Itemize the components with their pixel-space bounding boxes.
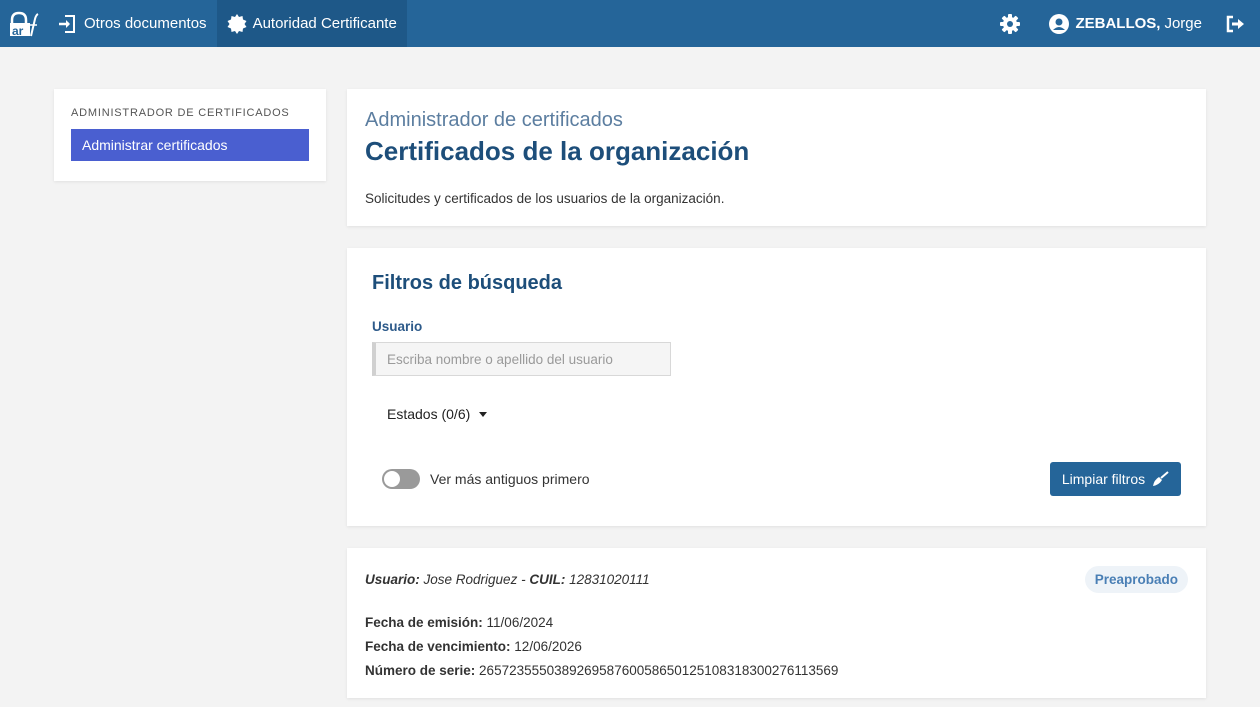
- oldest-first-label: Ver más antiguos primero: [430, 471, 590, 487]
- sidebar-item-administrar-certificados[interactable]: Administrar certificados: [71, 129, 309, 161]
- sidebar-section-title: ADMINISTRADOR DE CERTIFICADOS: [71, 107, 290, 119]
- cuil-label: CUIL:: [529, 572, 570, 587]
- emision-row: Fecha de emisión: 11/06/2024: [365, 611, 1188, 635]
- sign-in-icon: [59, 14, 75, 33]
- topbar-right: ZEBALLOS, Jorge: [995, 0, 1260, 47]
- app-logo[interactable]: ar: [0, 0, 48, 47]
- page-description: Solicitudes y certificados de los usuari…: [365, 191, 725, 206]
- status-badge: Preaprobado: [1084, 566, 1188, 593]
- filters-title: Filtros de búsqueda: [372, 272, 563, 294]
- serie-label: Número de serie:: [365, 663, 480, 678]
- user-circle-icon: [1049, 13, 1070, 34]
- filters-actions: Ver más antiguos primero Limpiar filtros: [382, 462, 1181, 496]
- page-header: Administrador de certificados Certificad…: [347, 89, 1206, 226]
- user-label: Usuario:: [365, 572, 424, 587]
- user-field-label: Usuario: [372, 319, 423, 334]
- certificate-user-line: Usuario: Jose Rodriguez - CUIL: 12831020…: [365, 572, 1188, 587]
- logo-icon: ar: [10, 11, 39, 37]
- nav-otros-documentos[interactable]: Otros documentos: [48, 0, 217, 47]
- nav-autoridad-certificante[interactable]: Autoridad Certificante: [216, 0, 407, 47]
- nav-otros-documentos-label: Otros documentos: [84, 15, 207, 32]
- user-last-name: ZEBALLOS,: [1075, 15, 1161, 32]
- top-navbar: ar Otros documentos Autoridad Certifican…: [0, 0, 1260, 47]
- toggle-knob: [384, 471, 400, 487]
- user-search-input[interactable]: [372, 342, 671, 376]
- logout-button[interactable]: [1220, 9, 1250, 39]
- user-name: Jose Rodriguez: [423, 572, 518, 587]
- seal-icon: [227, 13, 247, 34]
- clear-filters-label: Limpiar filtros: [1061, 471, 1146, 487]
- estados-dropdown[interactable]: Estados (0/6): [387, 406, 488, 422]
- clear-filters-button[interactable]: Limpiar filtros: [1050, 462, 1181, 496]
- svg-text:ar: ar: [12, 24, 24, 37]
- estados-dropdown-label: Estados (0/6): [387, 406, 471, 422]
- nav-autoridad-certificante-label: Autoridad Certificante: [252, 15, 397, 32]
- caret-down-icon: [479, 411, 488, 417]
- emision-value: 11/06/2024: [486, 615, 554, 630]
- filters-panel: Filtros de búsqueda Usuario Estados (0/6…: [347, 248, 1206, 526]
- gear-icon: [1000, 13, 1021, 34]
- vencimiento-label: Fecha de vencimiento:: [365, 639, 515, 654]
- certificate-card: Usuario: Jose Rodriguez - CUIL: 12831020…: [347, 548, 1206, 698]
- broom-icon: [1153, 471, 1169, 486]
- oldest-first-toggle[interactable]: [382, 469, 420, 489]
- settings-button[interactable]: [995, 9, 1025, 39]
- user-menu[interactable]: ZEBALLOS, Jorge: [1049, 13, 1202, 34]
- page-title: Certificados de la organización: [365, 136, 750, 166]
- page-subtitle: Administrador de certificados: [365, 109, 623, 131]
- user-first-name: Jorge: [1164, 15, 1202, 32]
- sidebar: ADMINISTRADOR DE CERTIFICADOS Administra…: [54, 89, 326, 181]
- emision-label: Fecha de emisión:: [365, 615, 487, 630]
- certificate-details: Fecha de emisión: 11/06/2024 Fecha de ve…: [365, 611, 1188, 683]
- cuil-value: 12831020111: [569, 572, 650, 587]
- sign-out-icon: [1226, 15, 1244, 32]
- vencimiento-row: Fecha de vencimiento: 12/06/2026: [365, 635, 1188, 659]
- serie-value: 2657235550389269587600586501251083183002…: [479, 663, 839, 678]
- vencimiento-value: 12/06/2026: [514, 639, 582, 654]
- serie-row: Número de serie: 26572355503892695876005…: [365, 659, 1188, 683]
